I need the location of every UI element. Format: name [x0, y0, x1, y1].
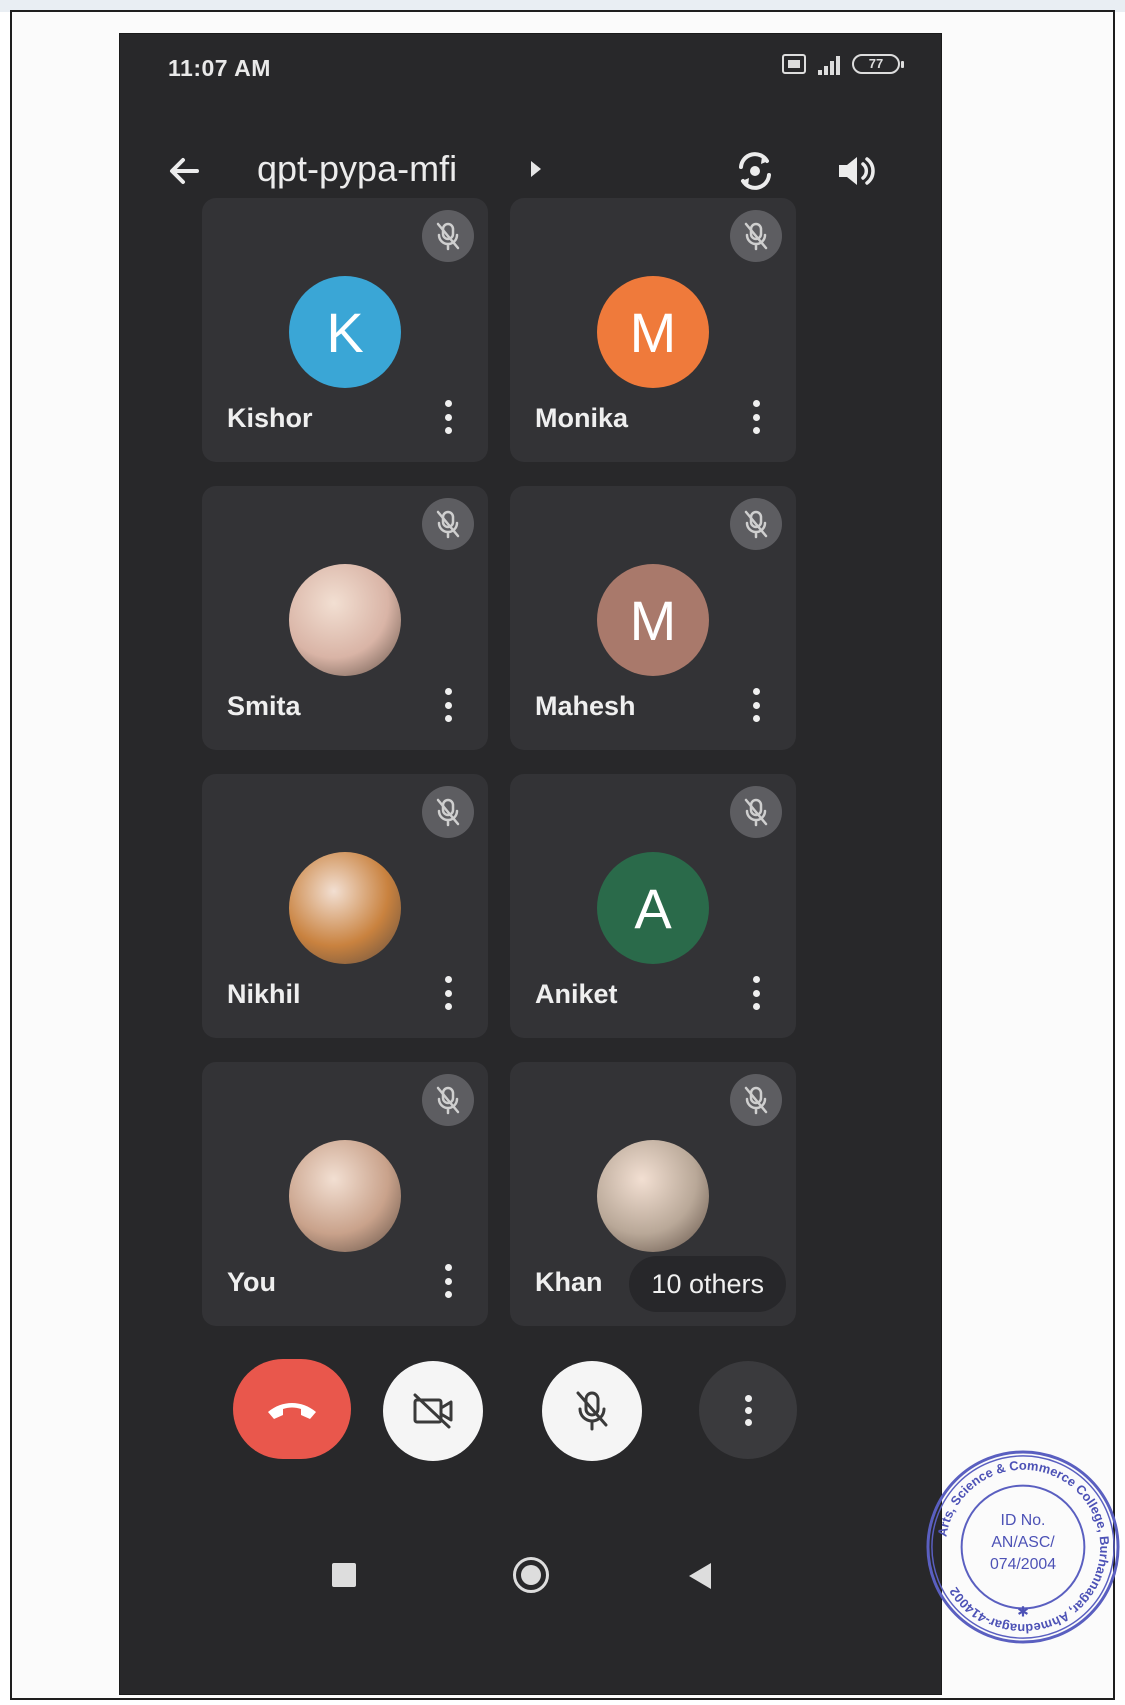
participant-avatar: A: [597, 852, 709, 964]
participant-name: Nikhil: [227, 979, 301, 1009]
call-controls: [119, 1355, 942, 1465]
college-seal-stamp: Arts, Science & Commerce College, Burhan…: [926, 1450, 1120, 1644]
phone-screen: 11:07 AM 77 qpt-pypa-mfi K Kishor M Monika S…: [119, 33, 942, 1695]
participant-tile[interactable]: M Mahesh: [510, 486, 796, 750]
participant-menu-icon[interactable]: [442, 976, 454, 1010]
speaker-icon[interactable]: [831, 147, 879, 195]
stamp-id-line2: 074/2004: [990, 1556, 1056, 1573]
muted-mic-icon: [730, 498, 782, 550]
participant-name: Khan: [535, 1267, 603, 1297]
svg-text:✱: ✱: [1017, 1603, 1029, 1619]
battery-icon: 77: [852, 54, 904, 74]
muted-mic-icon: [730, 1074, 782, 1126]
participant-name: Monika: [535, 403, 629, 433]
participant-tile[interactable]: A Aniket: [510, 774, 796, 1038]
end-call-button[interactable]: [233, 1359, 351, 1459]
mic-toggle-button[interactable]: [542, 1361, 642, 1461]
status-bar: 11:07 AM 77: [119, 33, 942, 103]
system-nav-bar: [119, 1533, 942, 1643]
muted-mic-icon: [422, 1074, 474, 1126]
participant-menu-icon[interactable]: [442, 1264, 454, 1298]
home-button[interactable]: [513, 1557, 549, 1593]
more-options-icon: [744, 1394, 752, 1426]
participant-tile[interactable]: M Monika: [510, 198, 796, 462]
participant-avatar: K: [289, 276, 401, 388]
mic-off-icon: [576, 1391, 608, 1431]
participant-menu-icon[interactable]: [750, 400, 762, 434]
participant-name: You: [227, 1267, 276, 1297]
participant-name: Smita: [227, 691, 301, 721]
status-icons: 77: [782, 53, 904, 75]
switch-camera-icon[interactable]: [731, 147, 779, 195]
participant-tile[interactable]: You: [202, 1062, 488, 1326]
participant-avatar: M: [597, 276, 709, 388]
system-back-button[interactable]: [689, 1563, 711, 1589]
title-caret-icon[interactable]: [531, 161, 541, 177]
participant-avatar: M: [597, 564, 709, 676]
muted-mic-icon: [730, 786, 782, 838]
participant-menu-icon[interactable]: [442, 688, 454, 722]
end-call-icon: [268, 1403, 316, 1419]
others-count-pill[interactable]: 10 others: [629, 1256, 786, 1312]
status-time: 11:07 AM: [168, 55, 271, 81]
participant-avatar: [289, 1140, 401, 1252]
muted-mic-icon: [422, 210, 474, 262]
muted-mic-icon: [422, 498, 474, 550]
participant-avatar: [289, 564, 401, 676]
participant-tile[interactable]: Khan 10 others: [510, 1062, 796, 1326]
camera-off-icon: [413, 1393, 453, 1429]
recent-apps-button[interactable]: [332, 1563, 356, 1587]
participant-avatar: [597, 1140, 709, 1252]
participant-tile[interactable]: Nikhil: [202, 774, 488, 1038]
meeting-title[interactable]: qpt-pypa-mfi: [257, 148, 457, 190]
more-options-button[interactable]: [699, 1361, 797, 1459]
participant-menu-icon[interactable]: [442, 400, 454, 434]
signal-icon: [818, 53, 840, 75]
stamp-id-label: ID No.: [1001, 1512, 1046, 1529]
camera-toggle-button[interactable]: [383, 1361, 483, 1461]
stamp-id-line1: AN/ASC/: [991, 1534, 1055, 1551]
muted-mic-icon: [422, 786, 474, 838]
participant-tile[interactable]: K Kishor: [202, 198, 488, 462]
participant-menu-icon[interactable]: [750, 976, 762, 1010]
back-arrow-icon[interactable]: [163, 149, 207, 193]
participant-avatar: [289, 852, 401, 964]
participant-name: Mahesh: [535, 691, 636, 721]
participant-menu-icon[interactable]: [750, 688, 762, 722]
participant-name: Kishor: [227, 403, 313, 433]
muted-mic-icon: [730, 210, 782, 262]
sim-icon: [782, 54, 806, 74]
participant-tile[interactable]: Smita: [202, 486, 488, 750]
participant-name: Aniket: [535, 979, 618, 1009]
